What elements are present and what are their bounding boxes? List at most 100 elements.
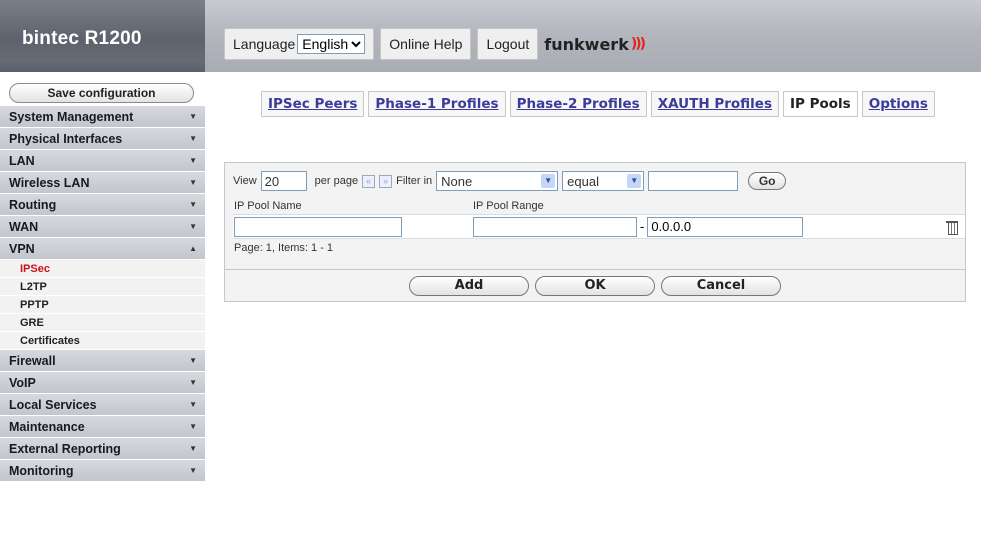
sidebar-item-wireless-lan[interactable]: Wireless LAN ▼ bbox=[0, 172, 205, 194]
filter-field-select[interactable]: None ▼ bbox=[436, 171, 559, 191]
tab-phase-2-profiles[interactable]: Phase-2 Profiles bbox=[509, 91, 647, 117]
filter-value-input[interactable] bbox=[648, 171, 739, 191]
chevron-down-icon: ▼ bbox=[189, 356, 197, 365]
sidebar-item-label: Monitoring bbox=[9, 463, 74, 478]
filter-operator-value: equal bbox=[567, 173, 599, 189]
tab-phase-1-profiles[interactable]: Phase-1 Profiles bbox=[368, 91, 506, 117]
ok-button[interactable]: OK bbox=[535, 275, 655, 296]
sidebar-item-label: Routing bbox=[9, 197, 57, 212]
sidebar-subitem-ipsec[interactable]: IPSec bbox=[0, 260, 205, 278]
sidebar-item-label: VPN bbox=[9, 241, 35, 256]
sidebar-subitem-l2tp[interactable]: L2TP bbox=[0, 278, 205, 296]
chevron-down-icon: ▼ bbox=[189, 200, 197, 209]
brand-area: bintec R1200 bbox=[0, 0, 205, 72]
filter-in-label: Filter in bbox=[396, 175, 433, 187]
sidebar-item-voip[interactable]: VoIP ▼ bbox=[0, 372, 205, 394]
view-count-input[interactable]: 20 bbox=[260, 171, 307, 191]
sidebar-item-label: System Management bbox=[9, 109, 134, 124]
ip-pool-range-cell: - 0.0.0.0 bbox=[473, 216, 939, 237]
cancel-button[interactable]: Cancel bbox=[661, 275, 781, 296]
chevron-down-icon: ▼ bbox=[189, 134, 197, 143]
chevron-down-icon: ▼ bbox=[189, 178, 197, 187]
chevron-down-icon: ▼ bbox=[189, 156, 197, 165]
top-toolbar: Language English Online Help Logout funk… bbox=[224, 28, 646, 60]
sidebar-item-label: WAN bbox=[9, 219, 39, 234]
go-button[interactable]: Go bbox=[748, 172, 787, 190]
logout-label: Logout bbox=[486, 36, 530, 52]
logo-mark: ))) bbox=[630, 36, 646, 52]
sidebar-item-monitoring[interactable]: Monitoring ▼ bbox=[0, 460, 205, 482]
chevron-down-icon: ▼ bbox=[189, 400, 197, 409]
sidebar-item-physical-interfaces[interactable]: Physical Interfaces ▼ bbox=[0, 128, 205, 150]
chevron-down-icon: ▼ bbox=[627, 174, 642, 188]
column-header-ip-pool-range: IP Pool Range bbox=[473, 199, 544, 212]
sidebar-subitem-certificates[interactable]: Certificates bbox=[0, 332, 205, 350]
view-label: View bbox=[233, 175, 257, 187]
sidebar-menu: System Management ▼ Physical Interfaces … bbox=[0, 106, 205, 482]
language-select[interactable]: English bbox=[297, 34, 366, 54]
ip-pools-panel: View 20 per page « » Filter in None ▼ eq… bbox=[224, 162, 966, 302]
chevron-down-icon: ▼ bbox=[189, 466, 197, 475]
range-separator: - bbox=[640, 219, 645, 234]
add-button[interactable]: Add bbox=[409, 275, 529, 296]
chevron-up-icon: ▲ bbox=[189, 244, 197, 253]
sidebar-subitem-pptp[interactable]: PPTP bbox=[0, 296, 205, 314]
app-title: bintec R1200 bbox=[22, 28, 142, 49]
chevron-down-icon: ▼ bbox=[541, 174, 556, 188]
per-page-label: per page bbox=[314, 175, 359, 187]
tab-ip-pools[interactable]: IP Pools bbox=[782, 91, 858, 117]
delete-cell bbox=[939, 219, 965, 235]
sidebar-item-firewall[interactable]: Firewall ▼ bbox=[0, 350, 205, 372]
sidebar: Save configuration System Management ▼ P… bbox=[0, 72, 205, 542]
sidebar-item-label: Maintenance bbox=[9, 419, 85, 434]
trash-icon[interactable] bbox=[946, 219, 958, 235]
sidebar-item-lan[interactable]: LAN ▼ bbox=[0, 150, 205, 172]
chevron-down-icon: ▼ bbox=[189, 112, 197, 121]
next-page-button[interactable]: » bbox=[379, 174, 393, 188]
sidebar-item-label: LAN bbox=[9, 153, 35, 168]
prev-page-button[interactable]: « bbox=[362, 174, 376, 188]
sidebar-item-system-management[interactable]: System Management ▼ bbox=[0, 106, 205, 128]
action-bar: Add OK Cancel bbox=[225, 269, 965, 301]
ip-pool-name-input[interactable] bbox=[234, 216, 402, 237]
ip-pool-range-start-input[interactable] bbox=[473, 216, 637, 237]
sidebar-item-maintenance[interactable]: Maintenance ▼ bbox=[0, 416, 205, 438]
tab-ipsec-peers[interactable]: IPSec Peers bbox=[261, 91, 365, 117]
sidebar-item-label: Physical Interfaces bbox=[9, 131, 123, 146]
header-bar: bintec R1200 Language English Online Hel… bbox=[0, 0, 981, 72]
ip-pool-range-end-input[interactable]: 0.0.0.0 bbox=[647, 216, 804, 237]
chevron-down-icon: ▼ bbox=[189, 422, 197, 431]
ip-pool-table: IP Pool Name IP Pool Range - 0.0.0.0 Pag… bbox=[233, 197, 965, 257]
sidebar-item-wan[interactable]: WAN ▼ bbox=[0, 216, 205, 238]
sidebar-item-routing[interactable]: Routing ▼ bbox=[0, 194, 205, 216]
online-help-link[interactable]: Online Help bbox=[380, 28, 472, 60]
sidebar-item-label: Local Services bbox=[9, 397, 97, 412]
tab-bar: IPSec Peers Phase-1 Profiles Phase-2 Pro… bbox=[261, 91, 935, 117]
logout-link[interactable]: Logout bbox=[477, 28, 539, 60]
save-configuration-button[interactable]: Save configuration bbox=[9, 83, 194, 103]
funkwerk-logo: funkwerk ))) bbox=[544, 28, 646, 60]
filter-operator-select[interactable]: equal ▼ bbox=[562, 171, 645, 191]
chevron-down-icon: ▼ bbox=[189, 222, 197, 231]
brand-shadow bbox=[0, 60, 205, 72]
logo-text: funkwerk bbox=[544, 34, 629, 54]
tab-xauth-profiles[interactable]: XAUTH Profiles bbox=[650, 91, 779, 117]
tab-options[interactable]: Options bbox=[861, 91, 935, 117]
sidebar-item-external-reporting[interactable]: External Reporting ▼ bbox=[0, 438, 205, 460]
sidebar-item-local-services[interactable]: Local Services ▼ bbox=[0, 394, 205, 416]
filter-field-value: None bbox=[441, 173, 473, 189]
sidebar-item-label: Firewall bbox=[9, 353, 56, 368]
filter-row: View 20 per page « » Filter in None ▼ eq… bbox=[233, 170, 787, 192]
sidebar-item-label: VoIP bbox=[9, 375, 36, 390]
sidebar-subitem-gre[interactable]: GRE bbox=[0, 314, 205, 332]
table-row: - 0.0.0.0 bbox=[233, 214, 965, 239]
language-selector: Language English bbox=[224, 28, 375, 60]
sidebar-item-label: External Reporting bbox=[9, 441, 121, 456]
table-footer: Page: 1, Items: 1 - 1 bbox=[234, 242, 334, 254]
language-label: Language bbox=[233, 36, 296, 52]
chevron-down-icon: ▼ bbox=[189, 444, 197, 453]
sidebar-item-label: Wireless LAN bbox=[9, 175, 90, 190]
sidebar-item-vpn[interactable]: VPN ▲ bbox=[0, 238, 205, 260]
table-header: IP Pool Name IP Pool Range bbox=[233, 197, 965, 214]
ip-pool-name-cell bbox=[233, 216, 473, 237]
